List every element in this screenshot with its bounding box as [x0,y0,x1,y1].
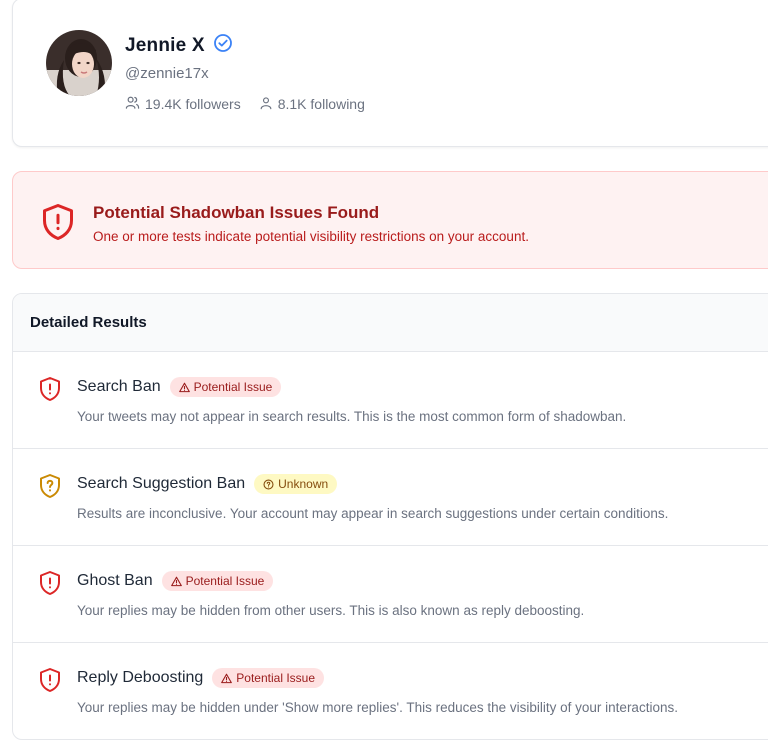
status-label: Potential Issue [236,671,316,685]
result-head: Search Suggestion Ban Unknown [77,474,338,494]
result-row-search-ban: Search Ban Potential Issue Your tweets m… [13,352,768,449]
profile-name: Jennie X [125,34,205,56]
result-title: Search Ban [77,378,161,395]
status-badge: Potential Issue [212,668,325,688]
result-head: Reply Deboosting Potential Issue [77,668,325,688]
warning-triangle-icon [170,576,182,586]
result-description: Your replies may be hidden under 'Show m… [77,700,678,715]
status-badge: Potential Issue [169,377,282,397]
user-icon [259,96,273,113]
users-icon [125,95,140,113]
status-label: Potential Issue [193,380,273,394]
following-stat: 8.1K following [259,95,365,113]
avatar-image [46,30,112,96]
profile-stats: 19.4K followers 8.1K following [125,95,365,113]
followers-stat: 19.4K followers [125,95,241,113]
status-badge: Potential Issue [161,571,274,591]
result-head: Search Ban Potential Issue [77,377,282,397]
alert-message: One or more tests indicate potential vis… [93,229,529,244]
profile-handle: @zennie17x [125,65,209,82]
followers-count: 19.4K followers [145,96,241,112]
name-row: Jennie X [125,33,233,58]
avatar[interactable] [46,30,112,96]
result-row-ghost-ban: Ghost Ban Potential Issue Your replies m… [13,546,768,643]
result-description: Your replies may be hidden from other us… [77,603,585,618]
shield-alert-icon [38,376,62,407]
result-title: Reply Deboosting [77,669,204,686]
alert-title: Potential Shadowban Issues Found [93,203,380,222]
result-title: Search Suggestion Ban [77,475,246,492]
following-count: 8.1K following [277,96,365,112]
status-label: Potential Issue [185,574,265,588]
result-title: Ghost Ban [77,572,153,589]
result-head: Ghost Ban Potential Issue [77,571,274,591]
result-row-search-suggestion-ban: Search Suggestion Ban Unknown Results ar… [13,449,768,546]
detailed-results-card: Detailed Results Search Ban Potential Is… [12,293,768,740]
results-header: Detailed Results [13,294,768,352]
result-row-reply-deboosting: Reply Deboosting Potential Issue Your re… [13,643,768,739]
question-circle-icon [263,478,274,490]
shield-alert-icon [38,570,62,601]
shield-alert-icon [40,202,76,247]
profile-card: Jennie X @zennie17x 19.4K followers 8.1K… [12,0,768,147]
result-description: Results are inconclusive. Your account m… [77,506,669,521]
status-label: Unknown [278,477,329,491]
warning-triangle-icon [178,382,190,392]
shield-question-icon [38,473,62,504]
shadowban-alert: Potential Shadowban Issues Found One or … [12,171,768,269]
result-description: Your tweets may not appear in search res… [77,409,627,424]
warning-triangle-icon [221,673,233,683]
status-badge: Unknown [254,474,338,494]
shield-alert-icon [38,667,62,698]
verified-badge-icon [213,33,233,58]
